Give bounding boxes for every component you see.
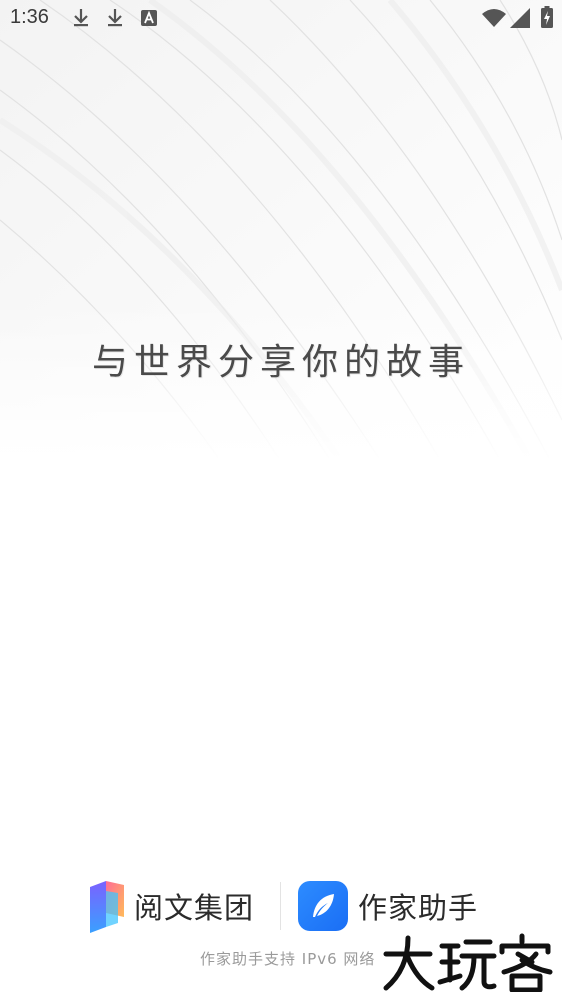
watermark-logo — [383, 933, 553, 992]
keyboard-a-icon — [141, 10, 157, 26]
brand-divider — [280, 882, 281, 930]
wifi-icon — [482, 9, 506, 27]
status-time: 1:36 — [10, 6, 49, 28]
download-icon — [74, 9, 88, 27]
brand-yuewen-name: 阅文集团 — [134, 891, 255, 925]
brand-writer-assistant-name: 作家助手 — [358, 891, 479, 925]
brand-row: 阅文集团 作家助手 — [0, 876, 562, 936]
ipv6-support-note: 作家助手支持 IPv6 网络 — [200, 950, 376, 968]
splash-screen: 1:36 与世界分享你的故事 阅文集团 作家助手 作家助手支持 IPv6 网络 — [0, 0, 562, 1002]
feather-icon — [313, 894, 334, 917]
writer-assistant-logo-icon — [298, 881, 348, 931]
battery-charging-icon — [541, 6, 553, 28]
status-bar: 1:36 — [0, 0, 562, 36]
splash-slogan: 与世界分享你的故事 — [91, 342, 470, 383]
brand-yuewen: 阅文集团 — [88, 878, 254, 934]
signal-icon — [510, 8, 530, 28]
yuewen-logo-icon — [90, 881, 124, 933]
download-icon — [108, 9, 122, 27]
brand-writer-assistant: 作家助手 — [298, 880, 478, 932]
